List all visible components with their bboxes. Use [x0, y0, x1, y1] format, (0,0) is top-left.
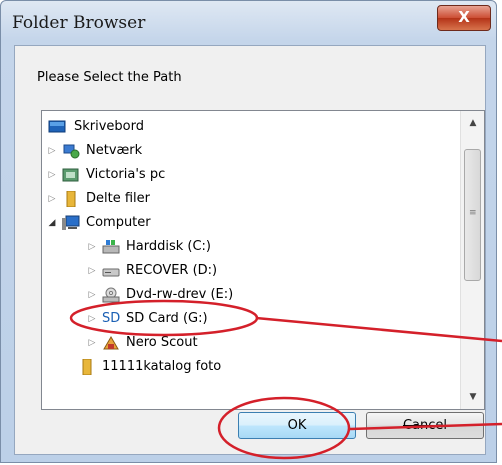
expand-arrow-icon[interactable]: ▷ — [86, 259, 98, 283]
user-folder-icon — [62, 168, 79, 182]
expand-arrow-icon[interactable]: ▷ — [46, 139, 58, 163]
ok-button[interactable]: OK — [238, 412, 356, 439]
tree-item-label: 11111katalog foto — [102, 359, 222, 374]
tree-item-label: SD Card (G:) — [126, 311, 208, 326]
tree-item-label: Dvd-rw-drev (E:) — [126, 287, 234, 302]
expand-arrow-icon[interactable]: ▷ — [46, 163, 58, 187]
network-icon — [63, 144, 80, 159]
tree-item-label: Nero Scout — [126, 335, 198, 350]
folder-icon — [82, 359, 92, 375]
cancel-button[interactable]: Cancel — [366, 412, 484, 439]
expand-arrow-icon[interactable]: ▷ — [86, 283, 98, 307]
harddisk-icon — [102, 240, 120, 254]
expand-arrow-icon[interactable]: ▷ — [46, 187, 58, 211]
scrollbar-thumb[interactable]: ≡ — [464, 149, 481, 281]
nero-scout-icon — [103, 336, 119, 350]
tree-item-label: RECOVER (D:) — [126, 263, 218, 278]
vertical-scrollbar[interactable]: ▲ ≡ ▼ — [460, 111, 484, 409]
grip-icon: ≡ — [469, 208, 477, 218]
scroll-down-icon[interactable]: ▼ — [463, 387, 483, 407]
computer-icon — [62, 215, 80, 230]
tree-item-label: Netværk — [86, 143, 143, 158]
tree-item-label: Computer — [86, 215, 151, 230]
close-icon: X — [458, 8, 470, 26]
title-bar: Folder Browser X — [1, 1, 496, 45]
collapse-arrow-icon[interactable]: ◢ — [46, 211, 58, 235]
tree-item-label: Delte filer — [86, 191, 150, 206]
select-path-prompt: Please Select the Path — [37, 70, 182, 85]
tree-item-label: Victoria's pc — [86, 167, 166, 182]
dvd-drive-icon — [102, 287, 120, 303]
expand-arrow-icon[interactable]: ▷ — [86, 307, 98, 331]
tree-item-label: Skrivebord — [74, 119, 145, 134]
scroll-up-icon[interactable]: ▲ — [463, 113, 483, 133]
dialog-client-area: Please Select the Path Skrivebord ▷ Netv… — [14, 45, 486, 455]
folder-icon — [66, 191, 76, 207]
tree-item-label: Harddisk (C:) — [126, 239, 212, 254]
close-button[interactable]: X — [437, 5, 491, 31]
desktop-icon — [48, 120, 66, 133]
sd-card-icon: SD — [102, 311, 121, 326]
folder-browser-dialog: Folder Browser X Please Select the Path … — [0, 0, 497, 463]
folder-tree[interactable]: Skrivebord ▷ Netværk ▷ Victoria's pc ▷ D… — [41, 110, 485, 410]
window-title: Folder Browser — [12, 13, 146, 33]
drive-icon — [102, 268, 120, 277]
expand-arrow-icon[interactable]: ▷ — [86, 235, 98, 259]
expand-arrow-icon[interactable]: ▷ — [86, 331, 98, 355]
